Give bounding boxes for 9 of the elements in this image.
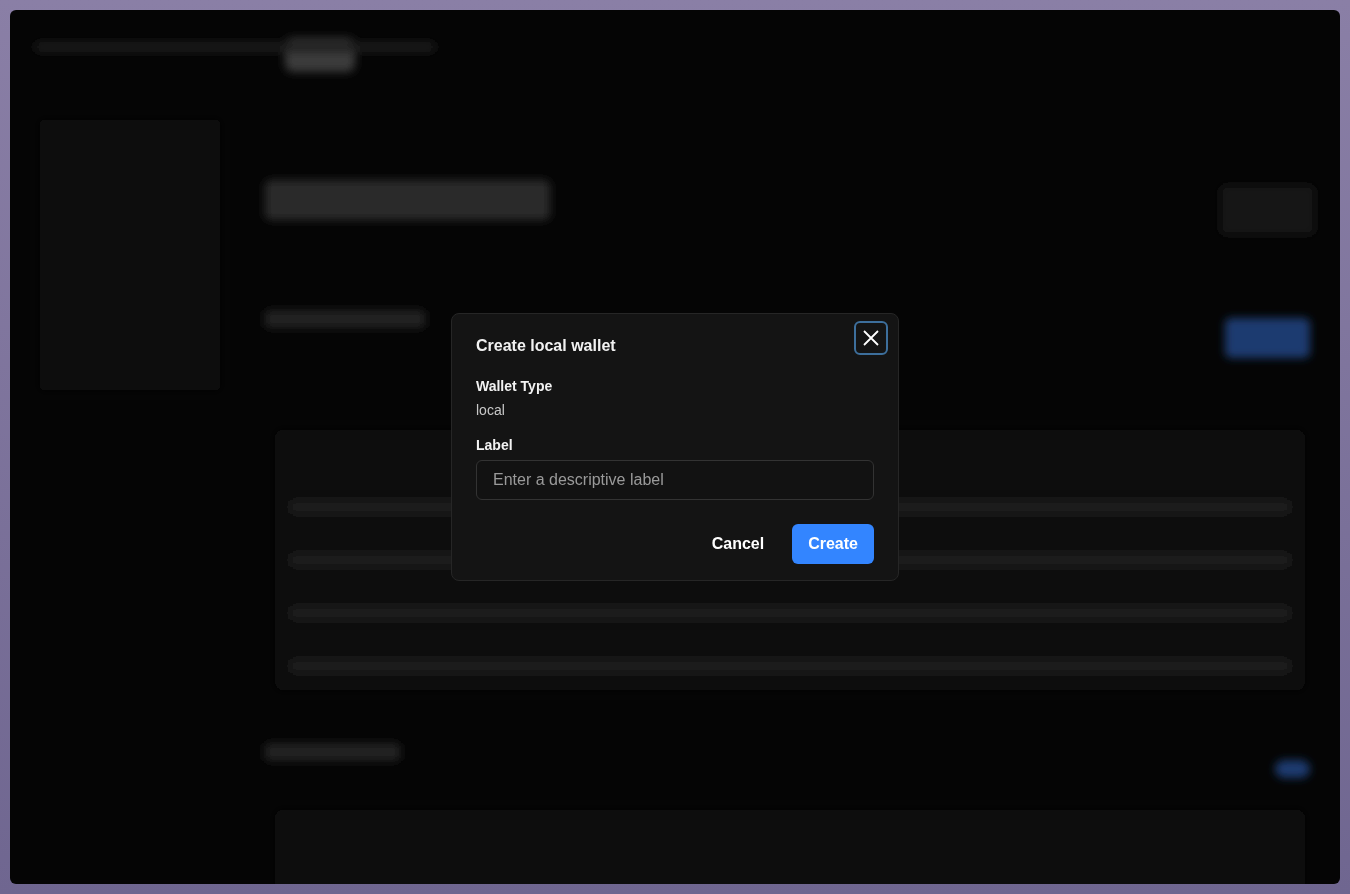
create-button[interactable]: Create: [792, 524, 874, 564]
field-value: local: [476, 401, 506, 419]
field-label: Wallet Type: [476, 377, 554, 395]
input-field[interactable]: Enter a descriptive label: [476, 460, 874, 500]
field-label: Label: [476, 436, 514, 454]
cancel-button[interactable]: Cancel: [695, 524, 781, 564]
close-icon: [862, 329, 880, 347]
close-button[interactable]: [854, 321, 888, 355]
dialog-title: Create local wallet: [476, 336, 617, 356]
